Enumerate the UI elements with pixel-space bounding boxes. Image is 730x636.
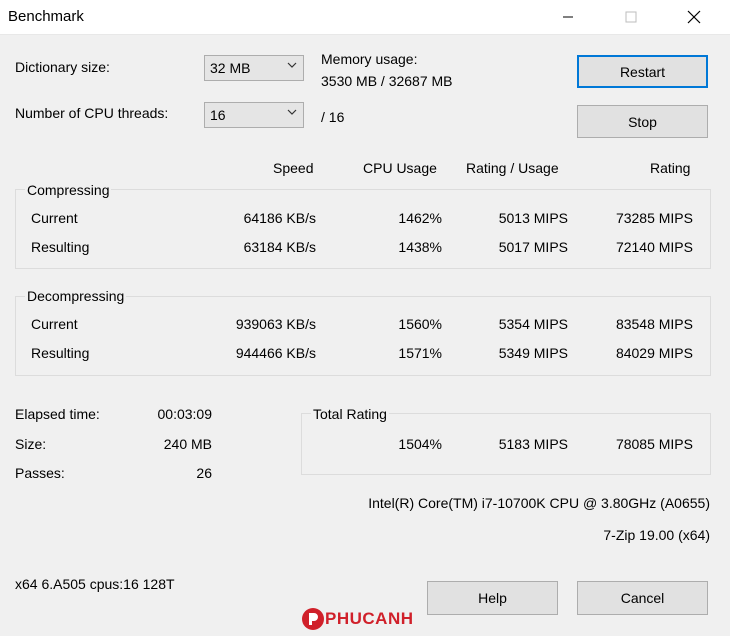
column-speed: Speed xyxy=(273,160,314,176)
decompress-resulting-cpu: 1571% xyxy=(398,345,442,361)
cpu-name: Intel(R) Core(TM) i7-10700K CPU @ 3.80GH… xyxy=(368,495,710,511)
size-label: Size: xyxy=(15,436,47,452)
decompressing-group xyxy=(15,296,711,376)
memory-usage-value: 3530 MB / 32687 MB xyxy=(321,73,453,89)
restart-button[interactable]: Restart xyxy=(577,55,708,88)
help-button[interactable]: Help xyxy=(427,581,558,615)
window-title: Benchmark xyxy=(8,8,84,25)
cpu-threads-value: 16 xyxy=(210,107,226,123)
close-window-button[interactable] xyxy=(671,0,717,34)
title-bar: Benchmark xyxy=(0,0,730,34)
passes-label: Passes: xyxy=(15,465,65,481)
maximize-icon xyxy=(625,11,637,23)
compress-current-cpu: 1462% xyxy=(398,210,442,226)
dictionary-size-label: Dictionary size: xyxy=(15,59,110,75)
total-rating-usage: 5183 MIPS xyxy=(498,436,568,452)
column-rating: Rating xyxy=(650,160,691,176)
watermark-text: PHUCANH xyxy=(325,609,414,628)
size-value: 240 MB xyxy=(163,436,212,452)
compressing-group xyxy=(15,189,711,269)
elapsed-time-value: 00:03:09 xyxy=(157,406,213,422)
memory-usage-label: Memory usage: xyxy=(321,51,418,67)
decompress-resulting-label: Resulting xyxy=(31,345,90,361)
column-cpu-usage: CPU Usage xyxy=(363,160,437,176)
compress-resulting-rating: 72140 MIPS xyxy=(615,239,693,255)
decompress-resulting-speed: 944466 KB/s xyxy=(235,345,316,361)
column-rating-usage: Rating / Usage xyxy=(466,160,559,176)
compress-resulting-cpu: 1438% xyxy=(398,239,442,255)
compress-current-rating-usage: 5013 MIPS xyxy=(498,210,568,226)
elapsed-time-label: Elapsed time: xyxy=(15,406,100,422)
minimize-icon xyxy=(563,16,573,18)
decompress-resulting-rating-usage: 5349 MIPS xyxy=(498,345,568,361)
chevron-down-icon xyxy=(287,109,297,115)
chevron-down-icon xyxy=(287,62,297,68)
compress-resulting-label: Resulting xyxy=(31,239,90,255)
dictionary-size-select[interactable]: 32 MB xyxy=(204,55,304,81)
maximize-button[interactable] xyxy=(608,0,654,34)
compress-current-label: Current xyxy=(31,210,78,226)
passes-value: 26 xyxy=(196,465,212,481)
decompress-resulting-rating: 84029 MIPS xyxy=(615,345,693,361)
total-rating-label: Total Rating xyxy=(311,406,389,422)
close-icon xyxy=(687,10,701,24)
decompressing-label: Decompressing xyxy=(25,288,127,304)
cpu-threads-select[interactable]: 16 xyxy=(204,102,304,128)
stop-button[interactable]: Stop xyxy=(577,105,708,138)
phucanh-logo-icon xyxy=(302,608,324,630)
total-rating-value: 78085 MIPS xyxy=(615,436,693,452)
decompress-current-rating: 83548 MIPS xyxy=(615,316,693,332)
version: 7-Zip 19.00 (x64) xyxy=(603,527,710,543)
cpu-threads-max: / 16 xyxy=(321,109,345,125)
title-divider xyxy=(0,34,730,35)
minimize-button[interactable] xyxy=(545,0,591,34)
decompress-current-rating-usage: 5354 MIPS xyxy=(498,316,568,332)
compress-current-rating: 73285 MIPS xyxy=(615,210,693,226)
compress-resulting-speed: 63184 KB/s xyxy=(243,239,316,255)
cpu-threads-label: Number of CPU threads: xyxy=(15,105,169,121)
decompress-current-cpu: 1560% xyxy=(398,316,442,332)
cancel-button[interactable]: Cancel xyxy=(577,581,708,615)
decompress-current-speed: 939063 KB/s xyxy=(235,316,316,332)
compress-resulting-rating-usage: 5017 MIPS xyxy=(498,239,568,255)
compressing-label: Compressing xyxy=(25,182,112,198)
total-cpu: 1504% xyxy=(398,436,442,452)
watermark-logo: PHUCANH xyxy=(301,607,414,631)
decompress-current-label: Current xyxy=(31,316,78,332)
arch-info: x64 6.A505 cpus:16 128T xyxy=(15,576,175,592)
dictionary-size-value: 32 MB xyxy=(210,60,251,76)
compress-current-speed: 64186 KB/s xyxy=(243,210,316,226)
